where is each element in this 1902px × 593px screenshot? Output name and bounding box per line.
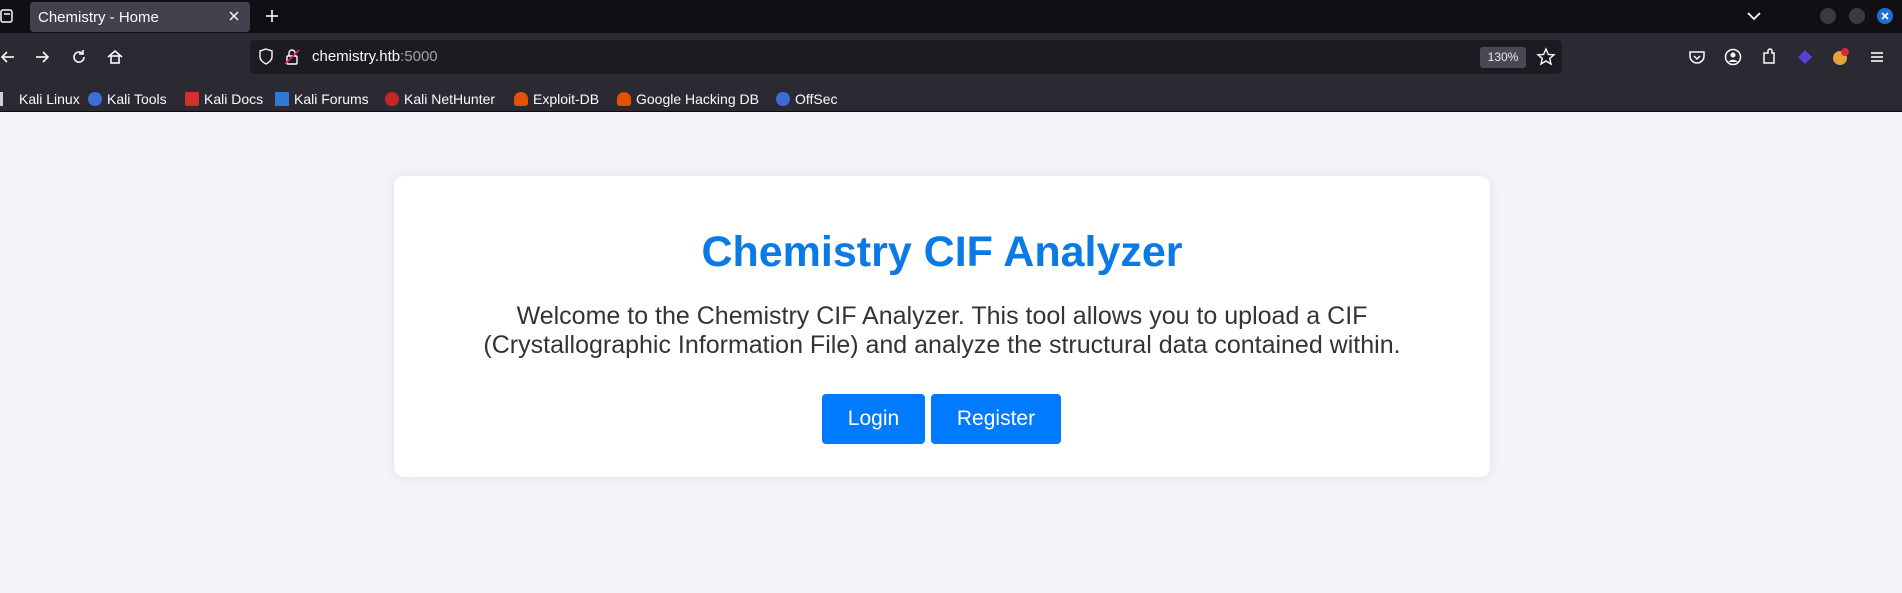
back-icon[interactable] <box>0 47 18 67</box>
kali-docs-icon <box>185 92 199 106</box>
bookmark-label: OffSec <box>795 91 838 107</box>
minimize-window-button[interactable] <box>1820 8 1836 24</box>
bookmark-exploit-db[interactable]: Exploit-DB <box>514 90 599 108</box>
bookmark-label: Kali Docs <box>204 91 264 107</box>
extension-fox-icon[interactable] <box>1830 47 1850 67</box>
offsec-icon <box>776 92 790 106</box>
login-button[interactable]: Login <box>822 394 925 444</box>
address-bar[interactable]: chemistry.htb:5000 130% <box>250 40 1562 74</box>
exploit-db-icon <box>514 92 528 106</box>
reload-icon[interactable] <box>69 47 89 67</box>
kali-tools-icon <box>88 92 102 106</box>
pocket-icon[interactable] <box>1687 47 1707 67</box>
bookmark-label: Kali Tools <box>107 91 167 107</box>
extension-purple-icon[interactable] <box>1795 47 1815 67</box>
bookmark-label: Kali Linux <box>19 91 80 107</box>
tab-bar: Chemistry - Home <box>0 0 1902 33</box>
bookmark-google-hacking-db[interactable]: Google Hacking DB <box>617 90 759 108</box>
bookmark-kali-nethunter[interactable]: Kali NetHunter <box>385 90 495 108</box>
url-text: chemistry.htb:5000 <box>312 48 438 65</box>
ghdb-icon <box>617 92 631 106</box>
bookmark-kali-docs[interactable]: Kali Docs <box>185 90 263 108</box>
register-button[interactable]: Register <box>931 394 1061 444</box>
bookmark-label: Exploit-DB <box>533 91 600 107</box>
bookmark-label: Google Hacking DB <box>636 91 759 107</box>
close-icon <box>1881 12 1889 20</box>
kali-nethunter-icon <box>385 92 399 106</box>
bookmark-label: Kali Forums <box>294 91 369 107</box>
bookmark-kali-linux[interactable]: Kali Linux <box>0 90 80 108</box>
account-icon[interactable] <box>1723 47 1743 67</box>
bookmark-label: Kali NetHunter <box>404 91 496 107</box>
url-host: chemistry.htb <box>312 48 401 65</box>
bookmark-offsec[interactable]: OffSec <box>776 90 838 108</box>
page-content: Chemistry CIF Analyzer Welcome to the Ch… <box>0 112 1902 593</box>
bookmarks-toolbar: Kali Linux Kali Tools Kali Docs Kali For… <box>0 85 1902 112</box>
extensions-icon[interactable] <box>1759 47 1779 67</box>
url-port: :5000 <box>400 48 438 65</box>
active-tab[interactable]: Chemistry - Home <box>30 2 250 32</box>
chevron-down-icon[interactable] <box>1745 7 1763 25</box>
navigation-toolbar: chemistry.htb:5000 130% <box>0 33 1902 85</box>
page-title: Chemistry CIF Analyzer <box>701 228 1183 276</box>
maximize-window-button[interactable] <box>1849 8 1865 24</box>
bookmark-star-icon[interactable] <box>1536 47 1556 67</box>
zoom-level-badge[interactable]: 130% <box>1480 47 1526 68</box>
kali-linux-icon <box>0 92 14 106</box>
list-all-tabs-icon[interactable] <box>0 8 14 24</box>
forward-icon[interactable] <box>32 47 52 67</box>
welcome-description: Welcome to the Chemistry CIF Analyzer. T… <box>483 302 1401 359</box>
close-window-button[interactable] <box>1877 8 1893 24</box>
home-icon[interactable] <box>105 47 125 67</box>
close-tab-icon[interactable] <box>226 8 242 24</box>
bookmark-kali-forums[interactable]: Kali Forums <box>275 90 369 108</box>
kali-forums-icon <box>275 92 289 106</box>
new-tab-icon[interactable] <box>262 6 282 26</box>
bookmark-kali-tools[interactable]: Kali Tools <box>88 90 167 108</box>
tab-title: Chemistry - Home <box>38 9 159 26</box>
welcome-card: Chemistry CIF Analyzer Welcome to the Ch… <box>394 176 1490 477</box>
insecure-lock-icon[interactable] <box>284 48 300 66</box>
hamburger-menu-icon[interactable] <box>1867 47 1887 67</box>
shield-icon[interactable] <box>258 48 274 66</box>
